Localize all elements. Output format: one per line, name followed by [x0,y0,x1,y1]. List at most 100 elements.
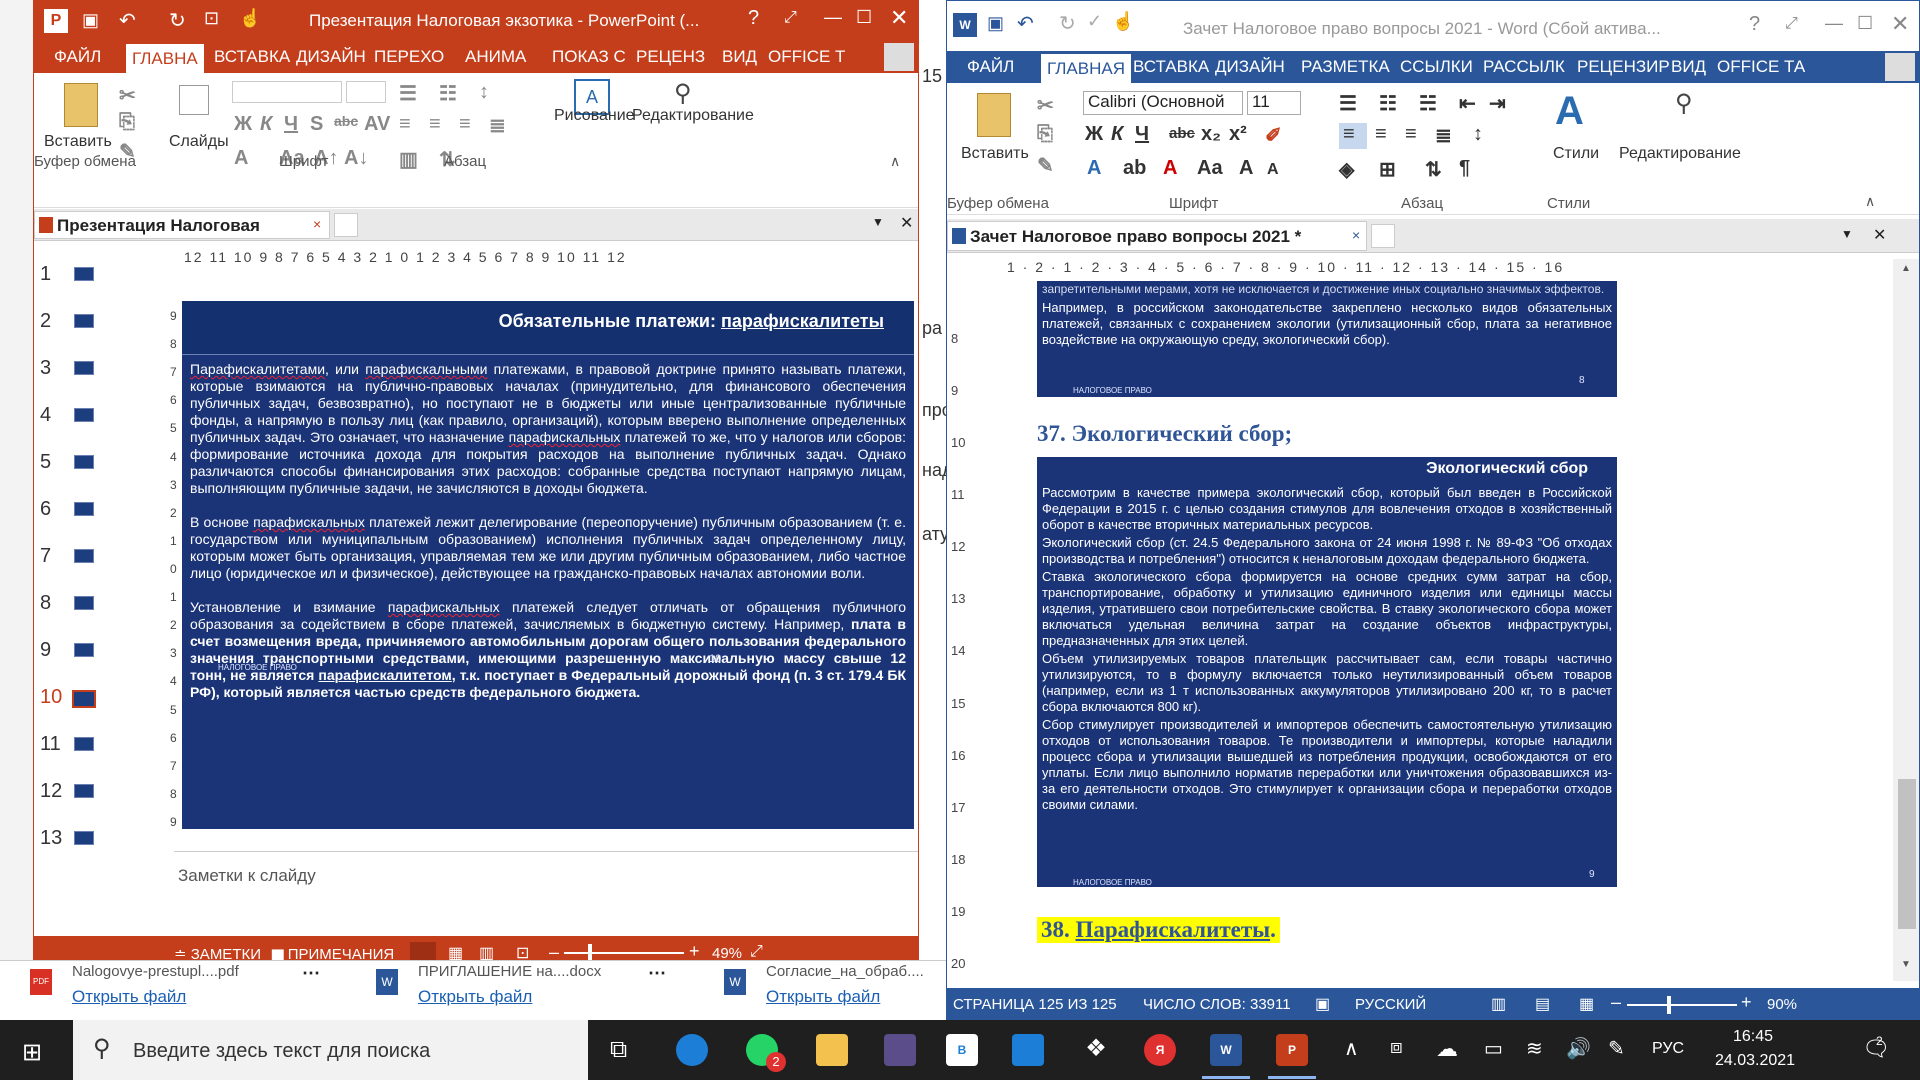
undo-icon[interactable]: ↶ [1017,11,1034,36]
subscript-icon[interactable]: x₂ [1201,123,1221,146]
paste-icon[interactable] [977,93,1011,137]
thumb-item[interactable]: 13 [34,827,174,851]
dropbox-icon[interactable]: ❖ [1080,1034,1112,1066]
text-effects-icon[interactable]: A [1087,157,1101,180]
new-slide-icon[interactable] [179,85,209,115]
scroll-up-icon[interactable]: ▲ [1901,263,1911,274]
keyboard-language[interactable]: РУС [1652,1040,1684,1058]
strikethrough-icon[interactable]: abc [334,113,358,129]
more-options-icon[interactable]: ⋯ [302,963,320,984]
word-taskbar-icon[interactable]: W [1210,1034,1242,1066]
slideshow-icon[interactable]: ⊡ [204,8,219,29]
undo-icon[interactable]: ↶ [119,8,136,33]
shading-icon[interactable]: ◈ [1339,157,1354,182]
minimize-icon[interactable]: — [824,7,842,28]
editing-button[interactable]: Редактирование [632,107,754,125]
numbering-icon[interactable]: ☷ [439,81,457,106]
ppt-document-tab[interactable]: Презентация Налоговая экзотика × [34,211,330,255]
spelling-icon[interactable]: ✓ [1087,11,1102,32]
justify-icon[interactable]: ≣ [489,113,506,138]
redo-icon[interactable]: ↻ [1059,11,1076,36]
superscript-icon[interactable]: x² [1229,123,1247,146]
zoom-in-button[interactable]: + [1741,992,1752,1013]
thumb-item[interactable]: 1 [34,263,174,287]
tab-home[interactable]: ГЛАВНАЯ [1041,54,1131,83]
underline-icon[interactable]: Ч [284,113,298,136]
align-left-button[interactable]: ≡ [1339,123,1367,149]
minimize-icon[interactable]: — [1825,13,1843,34]
styles-button[interactable]: Стили [1553,145,1599,163]
tab-review[interactable]: РЕЦЕНЗ [636,47,705,67]
shadow-icon[interactable]: S [310,113,323,136]
embedded-slide-9[interactable]: Экологический сбор Рассмотрим в качестве… [1037,457,1617,887]
save-icon[interactable]: ▣ [987,13,1004,34]
word-count[interactable]: ЧИСЛО СЛОВ: 33911 [1143,996,1291,1013]
bullets-icon[interactable]: ☰ [1339,91,1357,116]
thumb-item[interactable]: 9 [34,639,174,663]
borders-icon[interactable]: ⊞ [1379,157,1396,182]
tab-file[interactable]: ФАЙЛ [54,47,101,67]
touch-mode-icon[interactable]: ☝ [1112,11,1134,32]
collapse-ribbon-icon[interactable]: ∧ [1865,193,1875,210]
zoom-slider-thumb[interactable] [1667,996,1671,1014]
clock-time[interactable]: 16:45 [1718,1028,1788,1046]
collapse-ribbon-icon[interactable]: ∧ [890,153,900,170]
show-marks-icon[interactable]: ¶ [1459,157,1470,180]
onedrive-icon[interactable]: ☁ [1436,1036,1458,1062]
tab-office[interactable]: OFFICE ТА [1717,57,1805,77]
scroll-down-icon[interactable]: ▼ [1901,959,1911,970]
document-page[interactable]: запретительными мерами, хотя не исключае… [977,281,1867,981]
proofing-icon[interactable]: ▣ [1315,994,1330,1014]
windows-start-icon[interactable]: ⊞ [22,1038,42,1067]
tab-references[interactable]: ССЫЛКИ [1400,57,1473,77]
italic-icon[interactable]: К [260,113,272,136]
new-tab-button[interactable] [1371,224,1395,248]
thumb-item-active[interactable]: 10 [34,686,174,710]
powerpoint-taskbar-icon[interactable]: P [1276,1034,1308,1066]
tab-transitions[interactable]: ПЕРЕХО [374,47,444,67]
change-case-icon[interactable]: Aa [1197,157,1223,180]
thumb-item[interactable]: 3 [34,357,174,381]
copy-icon[interactable]: ⎘ [119,111,135,134]
decrease-indent-icon[interactable]: ⇤ [1459,91,1476,116]
thumb-item[interactable]: 5 [34,451,174,475]
open-file-link[interactable]: Открыть файл [766,987,880,1007]
close-icon[interactable]: ✕ [1891,11,1909,37]
columns-icon[interactable]: ▥ [399,147,418,172]
strikethrough-icon[interactable]: abc [1169,125,1195,142]
word-document-tab[interactable]: Зачет Налоговое право вопросы 2021 * × [947,221,1367,251]
bullets-icon[interactable]: ☰ [399,81,417,106]
app-icon[interactable] [884,1034,916,1066]
binoculars-icon[interactable]: ⚲ [674,79,692,108]
volume-icon[interactable]: 🔊 [1566,1036,1591,1061]
mail-icon[interactable] [1012,1034,1044,1066]
slides-button[interactable]: Слайды [169,133,229,151]
taskbar-search-box[interactable]: ⚲ Введите здесь текст для поиска [73,1020,588,1080]
tab-slideshow[interactable]: ПОКАЗ С [552,47,626,67]
touch-mode-icon[interactable]: ☝ [239,8,261,29]
word-vertical-scrollbar[interactable]: ▲ ▼ [1893,259,1919,981]
styles-icon[interactable]: A [1555,89,1584,134]
align-center-icon[interactable]: ≡ [429,113,441,136]
align-left-icon[interactable]: ≡ [399,113,411,136]
open-file-link[interactable]: Открыть файл [418,987,532,1007]
slide-canvas[interactable]: Обязательные платежи: парафискалитеты Па… [182,301,914,829]
user-avatar-icon[interactable] [884,43,914,71]
thumb-item[interactable]: 12 [34,780,174,804]
tab-animations[interactable]: АНИМА [465,47,526,67]
battery-icon[interactable]: ▭ [1484,1036,1503,1061]
zoom-in-button[interactable]: + [689,941,700,962]
close-icon[interactable]: ✕ [890,5,908,31]
tab-layout[interactable]: РАЗМЕТКА [1301,57,1390,77]
cut-icon[interactable]: ✂ [1037,93,1054,118]
tab-close-icon[interactable]: × [1352,227,1360,243]
editing-button[interactable]: Редактирование [1619,145,1741,163]
clock-date[interactable]: 24.03.2021 [1710,1052,1800,1070]
web-layout-icon[interactable]: ▦ [1579,994,1594,1014]
zoom-level[interactable]: 90% [1767,996,1797,1013]
dropdown-icon[interactable]: ▼ [1841,227,1853,241]
print-layout-icon[interactable]: ▤ [1535,994,1550,1014]
highlight-icon[interactable]: ab [1123,157,1146,180]
zoom-slider[interactable] [1627,1004,1737,1006]
thumb-item[interactable]: 8 [34,592,174,616]
